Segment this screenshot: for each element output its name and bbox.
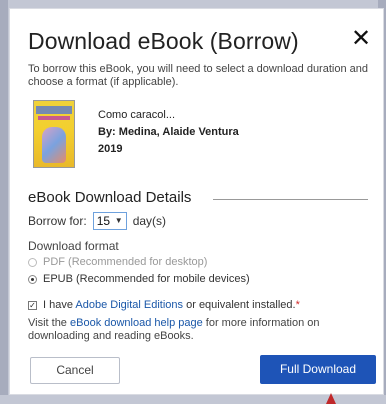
help-prefix: Visit the xyxy=(28,317,70,329)
radio-epub[interactable] xyxy=(28,274,37,284)
format-option-pdf-label: PDF (Recommended for desktop) xyxy=(43,256,208,268)
book-author: By: Medina, Alaide Ventura xyxy=(98,126,239,138)
ade-agreement-row: ✓ I have Adobe Digital Editions or equiv… xyxy=(28,299,300,311)
cover-title-band xyxy=(36,106,72,114)
format-option-pdf[interactable]: PDF (Recommended for desktop) xyxy=(28,256,207,268)
adobe-digital-editions-link[interactable]: Adobe Digital Editions xyxy=(75,299,183,311)
help-text: Visit the eBook download help page for m… xyxy=(28,317,368,343)
book-year: 2019 xyxy=(98,143,123,155)
radio-pdf[interactable] xyxy=(28,257,37,267)
backdrop-left xyxy=(0,0,8,395)
borrow-duration-row: Borrow for: 15 ▼ day(s) xyxy=(28,212,166,230)
format-option-epub-label: EPUB (Recommended for mobile devices) xyxy=(43,273,250,285)
help-page-link[interactable]: eBook download help page xyxy=(70,317,203,329)
close-icon[interactable]: ✕ xyxy=(349,27,373,51)
cover-subtitle-band xyxy=(38,116,70,120)
ade-agreement-text: I have Adobe Digital Editions or equival… xyxy=(43,299,300,311)
borrow-duration-value: 15 xyxy=(96,214,111,228)
borrow-label: Borrow for: xyxy=(28,214,87,228)
section-divider xyxy=(213,199,368,200)
cover-illustration xyxy=(42,127,66,163)
format-label: Download format xyxy=(28,239,119,253)
book-meta: Como caracol... By: Medina, Alaide Ventu… xyxy=(98,107,239,158)
format-option-epub[interactable]: EPUB (Recommended for mobile devices) xyxy=(28,273,250,285)
borrow-duration-select[interactable]: 15 ▼ xyxy=(92,212,127,230)
download-dialog: Download eBook (Borrow) ✕ To borrow this… xyxy=(9,8,384,404)
section-title-download-details: eBook Download Details xyxy=(28,189,192,206)
required-mark: * xyxy=(295,299,300,311)
book-title: Como caracol... xyxy=(98,109,176,121)
chevron-down-icon: ▼ xyxy=(114,216,123,225)
dialog-title: Download eBook (Borrow) xyxy=(28,28,299,54)
dialog-intro: To borrow this eBook, you will need to s… xyxy=(28,63,368,88)
book-cover xyxy=(33,100,75,168)
cancel-button[interactable]: Cancel xyxy=(30,357,120,384)
ade-agreement-checkbox[interactable]: ✓ xyxy=(28,300,37,310)
borrow-unit: day(s) xyxy=(132,214,167,228)
full-download-button[interactable]: Full Download xyxy=(260,355,376,384)
ade-agreement-suffix: or equivalent installed. xyxy=(183,299,296,311)
ade-agreement-prefix: I have xyxy=(43,299,76,311)
